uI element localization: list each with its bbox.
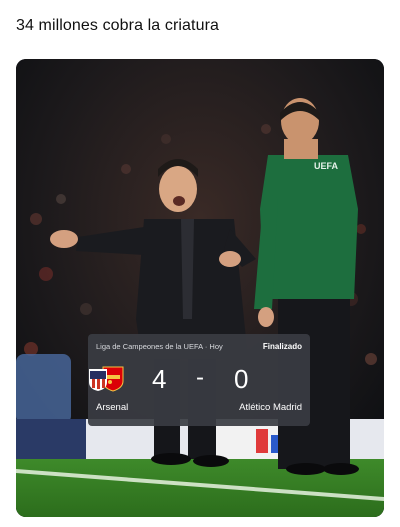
- away-score: 0: [234, 364, 249, 394]
- score-separator: -: [196, 364, 204, 391]
- match-status: Finalizado: [262, 342, 302, 351]
- away-team-name: Atlético Madrid: [239, 402, 302, 413]
- post-caption: 34 millones cobra la criatura: [16, 17, 219, 34]
- home-score: 4: [152, 364, 167, 394]
- atletico-crest-icon: [89, 369, 107, 391]
- post-photo[interactable]: UEFA Liga de Campeones de la UEFA · Hoy …: [16, 59, 384, 517]
- scorecard[interactable]: Liga de Campeones de la UEFA · Hoy Final…: [88, 334, 310, 426]
- stadium-scene: UEFA: [16, 59, 384, 517]
- uefa-badge-icon: UEFA: [314, 161, 339, 171]
- competition-label: Liga de Campeones de la UEFA · Hoy: [96, 342, 223, 351]
- home-team-name: Arsenal: [96, 402, 129, 413]
